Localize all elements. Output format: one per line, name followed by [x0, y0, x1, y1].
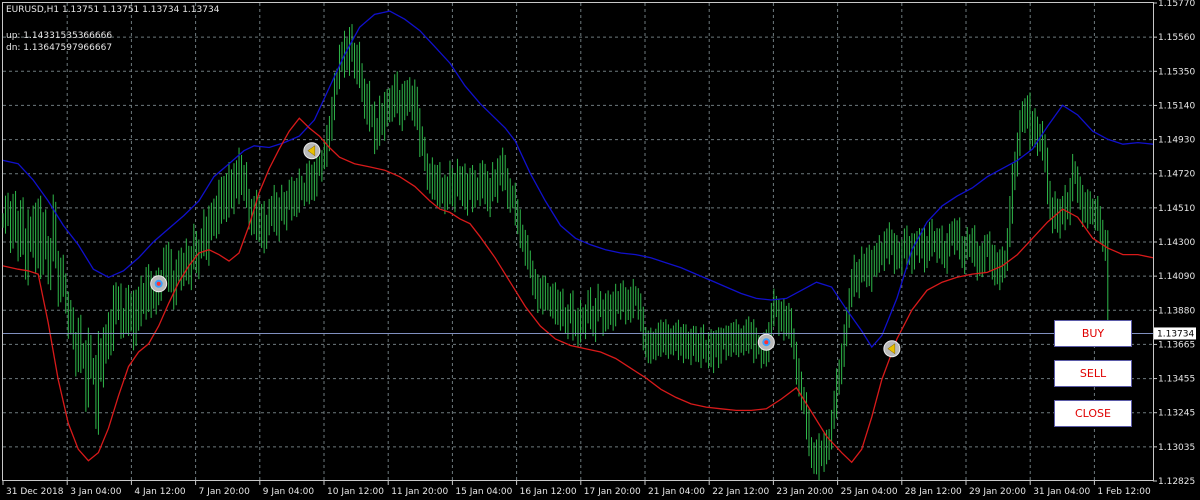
y-tick-label: 1.14300 — [1158, 238, 1195, 248]
y-tick-label: 1.13880 — [1158, 306, 1195, 316]
y-tick-label: 1.12825 — [1158, 477, 1195, 487]
x-tick-label: 23 Jan 20:00 — [776, 487, 833, 497]
y-tick-label: 1.13035 — [1158, 443, 1195, 453]
current-price-text: 1.13734 — [1157, 329, 1194, 339]
close-button[interactable]: CLOSE — [1054, 400, 1132, 427]
x-tick-label: 3 Jan 04:00 — [70, 487, 122, 497]
y-tick-label: 1.13455 — [1158, 375, 1195, 385]
y-tick-label: 1.13245 — [1158, 409, 1195, 419]
x-tick-label: 28 Jan 12:00 — [905, 487, 962, 497]
x-tick-label: 21 Jan 04:00 — [648, 487, 705, 497]
y-tick-label: 1.14510 — [1158, 204, 1195, 214]
x-tick-label: 10 Jan 12:00 — [327, 487, 384, 497]
y-tick-label: 1.14930 — [1158, 136, 1195, 146]
y-tick-label: 1.14720 — [1158, 170, 1195, 180]
buy-marker-icon — [150, 275, 168, 293]
current-price-label: 1.13734 — [1154, 327, 1196, 340]
y-tick-label: 1.14090 — [1158, 272, 1195, 282]
sell-button[interactable]: SELL — [1054, 360, 1132, 387]
marker-center — [156, 281, 161, 286]
chart-title: EURUSD,H1 1.13751 1.13751 1.13734 1.1373… — [6, 5, 220, 15]
x-tick-label: 9 Jan 04:00 — [263, 487, 315, 497]
x-tick-label: 7 Jan 20:00 — [199, 487, 251, 497]
x-tick-label: 11 Jan 20:00 — [391, 487, 448, 497]
lower-band-value: dn: 1.13647597966667 — [6, 43, 113, 53]
marker-center — [764, 340, 769, 345]
x-tick-label: 4 Jan 12:00 — [134, 487, 186, 497]
x-tick-label: 22 Jan 12:00 — [712, 487, 769, 497]
y-tick-label: 1.15770 — [1158, 0, 1195, 9]
y-tick-label: 1.15560 — [1158, 33, 1195, 43]
x-tick-label: 1 Feb 12:00 — [1097, 487, 1151, 497]
buy-marker-icon — [757, 333, 775, 351]
price-axis: 1.15770 1.15560 1.15350 1.15140 1.14930 1.147… — [1153, 0, 1195, 487]
x-tick-label: 15 Jan 04:00 — [455, 487, 512, 497]
x-tick-label: 29 Jan 20:00 — [969, 487, 1026, 497]
x-tick-label: 31 Dec 2018 — [6, 487, 64, 497]
y-tick-label: 1.13665 — [1158, 340, 1195, 350]
close-marker-icon — [883, 340, 901, 358]
x-tick-label: 25 Jan 04:00 — [841, 487, 898, 497]
y-tick-label: 1.15350 — [1158, 67, 1195, 77]
x-tick-label: 31 Jan 04:00 — [1033, 487, 1090, 497]
upper-band-value: up: 1.14331535366666 — [6, 31, 113, 41]
x-tick-label: 16 Jan 12:00 — [520, 487, 577, 497]
buy-button[interactable]: BUY — [1054, 320, 1132, 347]
price-chart[interactable]: 1.15770 1.15560 1.15350 1.15140 1.14930 1.147… — [0, 0, 1200, 500]
x-tick-label: 17 Jan 20:00 — [584, 487, 641, 497]
y-tick-label: 1.15140 — [1158, 101, 1195, 111]
close-marker-icon — [303, 142, 321, 160]
